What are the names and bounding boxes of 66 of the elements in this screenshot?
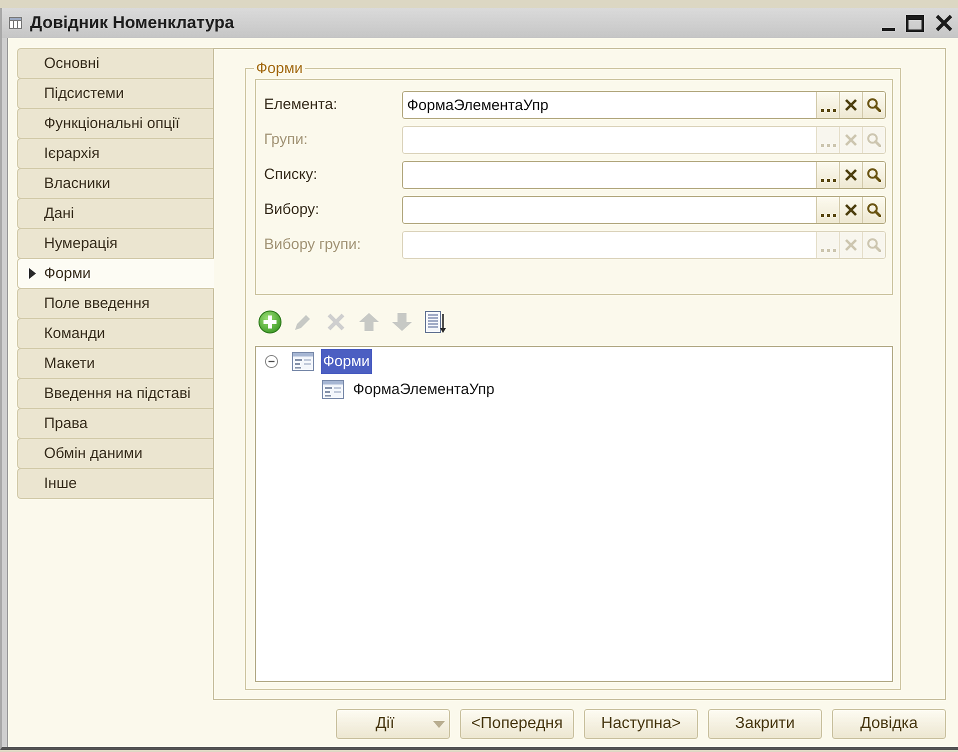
search-icon — [867, 98, 881, 112]
ellipsis-icon — [820, 249, 836, 252]
sidebar-tab[interactable]: Основні — [17, 48, 213, 79]
form-icon — [292, 352, 314, 370]
choose-button[interactable] — [816, 92, 839, 118]
close-icon[interactable] — [935, 14, 953, 32]
cross-icon — [845, 204, 857, 216]
plus-circle-icon[interactable] — [258, 310, 282, 334]
cross-icon — [845, 134, 857, 146]
ellipsis-icon — [820, 144, 836, 147]
field-label: Списку: — [264, 166, 318, 183]
ellipsis-icon — [820, 179, 836, 182]
sidebar-tab[interactable]: Команди — [17, 318, 213, 349]
search-icon — [867, 168, 881, 182]
choose-button[interactable] — [816, 162, 839, 188]
ellipsis-icon — [820, 214, 836, 217]
dialog-button[interactable]: Довідка — [832, 709, 946, 739]
choose-button[interactable] — [816, 197, 839, 223]
field-label: Елемента: — [264, 96, 338, 113]
sidebar-tab[interactable]: Нумерація — [17, 228, 213, 259]
table-icon — [9, 17, 22, 29]
sidebar-tab[interactable]: Обмін даними — [17, 438, 213, 469]
collapse-icon[interactable] — [265, 354, 278, 368]
sidebar-tab[interactable]: Інше — [17, 468, 213, 499]
select-field[interactable] — [402, 161, 886, 189]
sidebar-tab[interactable]: Макети — [17, 348, 213, 379]
search-icon — [867, 133, 881, 147]
select-field[interactable]: ФормаЭлементаУпр — [402, 91, 886, 119]
open-button[interactable] — [862, 197, 885, 223]
select-field[interactable] — [402, 196, 886, 224]
group-title: Форми — [255, 60, 304, 77]
field-label: Групи: — [264, 131, 308, 148]
tree-node[interactable]: Форми — [321, 348, 372, 374]
sidebar-tab[interactable]: Власники — [17, 168, 213, 199]
triangle-right-icon — [29, 268, 36, 279]
dialog-button[interactable]: <Попередня — [460, 709, 574, 739]
field-label: Вибору: — [264, 201, 320, 218]
actions-dropdown-button[interactable]: Дії — [336, 709, 450, 739]
form-icon — [322, 380, 344, 398]
cross-icon — [845, 169, 857, 181]
clear-button[interactable] — [839, 197, 862, 223]
sidebar-tab[interactable]: Функціональні опції — [17, 108, 213, 139]
open-button[interactable] — [862, 162, 885, 188]
cross-icon — [845, 239, 857, 251]
search-icon — [867, 238, 881, 252]
sidebar-tab[interactable]: Права — [17, 408, 213, 439]
maximize-icon[interactable] — [906, 14, 924, 32]
dialog-button[interactable]: Закрити — [708, 709, 822, 739]
sidebar-tab[interactable]: Ієрархія — [17, 138, 213, 169]
clear-button[interactable] — [839, 162, 862, 188]
clear-button[interactable] — [839, 92, 862, 118]
sidebar-tab[interactable]: Введення на підставі — [17, 378, 213, 409]
dialog-button[interactable]: Наступна> — [584, 709, 698, 739]
sidebar-tab[interactable]: Підсистеми — [17, 78, 213, 109]
list-down-arrow-icon[interactable] — [424, 310, 446, 334]
caret-down-icon — [433, 720, 445, 728]
sidebar-tab[interactable]: Поле введення — [17, 288, 213, 319]
sidebar-tab[interactable]: Дані — [17, 198, 213, 229]
cross-icon — [845, 99, 857, 111]
sidebar-tab[interactable]: Форми — [17, 258, 214, 289]
search-icon — [867, 203, 881, 217]
open-button[interactable] — [862, 92, 885, 118]
tree-node[interactable]: ФормаЭлементаУпр — [351, 376, 496, 402]
field-label: Вибору групи: — [264, 236, 361, 253]
ellipsis-icon — [820, 109, 836, 112]
window-title: Довідник Номенклатура — [30, 13, 234, 33]
